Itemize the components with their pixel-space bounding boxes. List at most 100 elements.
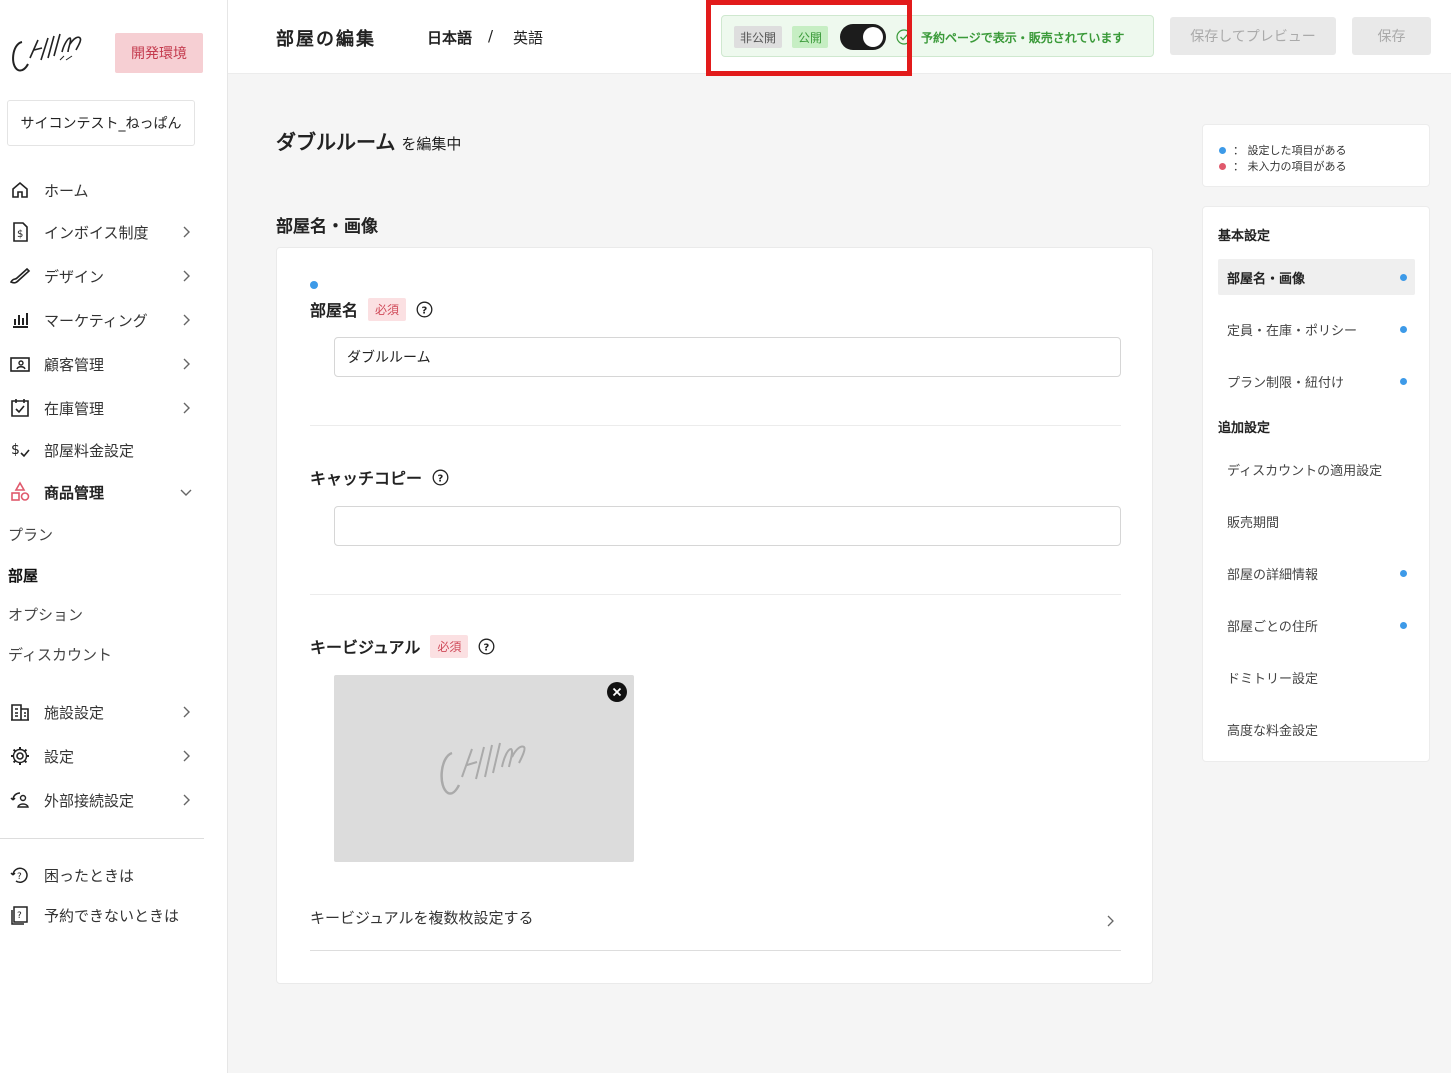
nav-label: ホーム [44,181,89,200]
section-nav-label: ディスカウントの適用設定 [1227,463,1383,479]
section-nav-dormitory[interactable]: ドミトリー設定 [1218,659,1415,695]
environment-badge: 開発環境 [115,33,203,73]
chevron-right-icon [183,314,190,326]
legend-missing: ： 未入力の項目がある [1219,158,1347,174]
nav-facility-settings[interactable]: 施設設定 [8,697,204,727]
section-nav-room-name-image[interactable]: 部屋名・画像 [1218,259,1415,295]
facility-selector[interactable]: サイコンテスト_ねっぱん [7,100,195,146]
calendar-check-icon [8,396,32,420]
highlight-frame [706,0,912,76]
key-visual-image[interactable] [334,675,634,862]
nav-products[interactable]: 商品管理 [8,477,204,507]
svg-text:?: ? [17,872,22,882]
bar-chart-icon [8,308,32,332]
sub-nav-discount[interactable]: ディスカウント [8,644,112,665]
chillnn-logo[interactable] [8,30,88,76]
red-dot [1219,162,1226,170]
section-nav-label: 部屋の詳細情報 [1227,567,1319,583]
section-nav-plan-restriction[interactable]: プラン制限・紐付け [1218,363,1415,399]
nav-help[interactable]: ? 困ったときは [8,860,204,890]
price-icon: $ [8,438,32,462]
help-icon[interactable]: ? [478,638,495,655]
section-nav-label: 定員・在庫・ポリシー [1227,323,1358,339]
basic-settings-heading: 基本設定 [1218,229,1271,244]
sub-nav-option[interactable]: オプション [8,604,83,625]
section-nav-sales-period[interactable]: 販売期間 [1218,503,1415,539]
legend-text: ： 設定した項目がある [1233,144,1347,157]
nav-inventory[interactable]: 在庫管理 [8,393,204,423]
help-icon[interactable]: ? [432,469,449,486]
nav-label: 在庫管理 [44,399,105,418]
remove-image-button[interactable] [607,682,627,702]
sidebar: 開発環境 サイコンテスト_ねっぱん ホーム $ インボイス制度 デザイン マーケ… [0,0,228,1073]
shapes-icon [8,480,32,504]
nav-settings[interactable]: 設定 [8,741,204,771]
room-form-card: 部屋名 必須 ? キャッチコピー ? キービジュアル 必須 ? キービジュアルを… [276,247,1153,984]
catch-copy-input[interactable] [334,506,1121,546]
section-nav-label: 部屋ごとの住所 [1227,619,1318,635]
help-refresh-icon: ? [8,863,32,887]
nav-cannot-book[interactable]: ? 予約できないときは [8,900,204,930]
section-nav-label: ドミトリー設定 [1227,671,1319,687]
chevron-right-icon [183,270,190,282]
section-nav-label: 高度な料金設定 [1227,723,1319,739]
nav-label: 予約できないときは [44,906,180,925]
question-card-icon: ? [8,903,32,927]
field-label-text: キービジュアル [310,638,421,657]
building-icon [8,700,32,724]
page-title: 部屋の編集 [276,29,376,50]
nav-label: 商品管理 [44,483,105,502]
nav-invoice[interactable]: $ インボイス制度 [8,217,204,247]
nav-home[interactable]: ホーム [8,175,204,205]
section-nav-room-address[interactable]: 部屋ごとの住所 [1218,607,1415,643]
publish-status-message: 予約ページで表示・販売されています [921,31,1125,45]
top-header: 部屋の編集 日本語 / 英語 非公開 公開 予約ページで表示・販売されています … [228,0,1451,76]
editing-suffix: を編集中 [401,135,462,153]
nav-label: 顧客管理 [44,355,105,374]
lang-english-tab[interactable]: 英語 [513,27,543,48]
section-nav-room-details[interactable]: 部屋の詳細情報 [1218,555,1415,591]
chevron-right-icon [1107,915,1114,927]
save-button[interactable]: 保存 [1352,17,1431,55]
lang-japanese-tab[interactable]: 日本語 [427,27,472,48]
section-title: 部屋名・画像 [276,217,378,237]
contact-card-icon [8,352,32,376]
section-nav-capacity[interactable]: 定員・在庫・ポリシー [1218,311,1415,347]
svg-text:$: $ [11,442,20,458]
multi-visual-row[interactable]: キービジュアルを複数枚設定する [310,907,1121,951]
required-badge: 必須 [430,634,469,658]
section-nav-advanced-pricing[interactable]: 高度な料金設定 [1218,711,1415,747]
nav-label: 困ったときは [44,866,135,885]
nav-label: 設定 [44,747,75,766]
section-nav-discount[interactable]: ディスカウントの適用設定 [1218,451,1415,487]
sub-nav-plan[interactable]: プラン [8,524,53,545]
required-badge: 必須 [368,297,407,321]
nav-customers[interactable]: 顧客管理 [8,349,204,379]
section-nav-panel: 基本設定 部屋名・画像 定員・在庫・ポリシー プラン制限・紐付け 追加設定 ディ… [1202,206,1430,762]
nav-label: 部屋料金設定 [44,441,135,460]
nav-label: 外部接続設定 [44,791,135,810]
sub-nav-room[interactable]: 部屋 [8,565,38,586]
set-indicator-dot [1400,570,1407,577]
nav-external[interactable]: 外部接続設定 [8,785,204,815]
field-divider [310,594,1121,595]
save-preview-button[interactable]: 保存してプレビュー [1170,17,1336,55]
nav-marketing[interactable]: マーケティング [8,305,204,335]
legend-text: ： 未入力の項目がある [1233,160,1347,173]
invoice-icon: $ [8,220,32,244]
section-nav-label: 部屋名・画像 [1227,271,1306,287]
nav-room-pricing[interactable]: $ 部屋料金設定 [8,435,204,465]
chevron-right-icon [183,706,190,718]
editing-heading: ダブルルーム を編集中 [276,126,461,155]
close-icon [612,687,622,697]
catch-copy-label: キャッチコピー ? [310,465,449,489]
set-indicator-dot [1400,274,1407,281]
room-name-input[interactable] [334,337,1121,377]
help-icon[interactable]: ? [416,301,433,318]
chevron-right-icon [183,226,190,238]
multi-visual-label: キービジュアルを複数枚設定する [310,909,534,927]
chevron-right-icon [183,794,190,806]
room-name-label: 部屋名 必須 ? [310,297,433,321]
set-indicator-dot [1400,378,1407,385]
nav-design[interactable]: デザイン [8,261,204,291]
